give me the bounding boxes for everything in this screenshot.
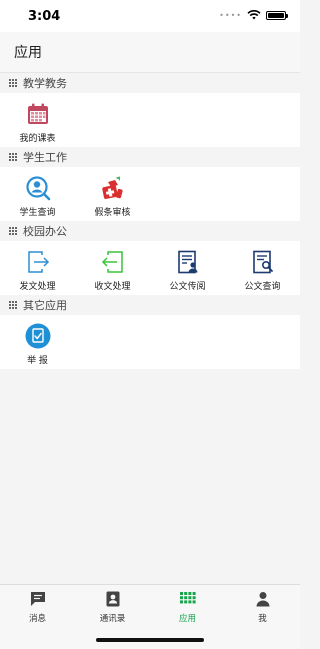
status-indicators: •••• — [219, 10, 288, 20]
app-label: 收文处理 — [94, 282, 131, 292]
person-icon — [256, 592, 269, 607]
send-document-icon — [27, 251, 49, 273]
app-report[interactable]: 举 报 — [0, 315, 75, 369]
medical-leave-icon — [101, 176, 123, 199]
contacts-icon — [106, 591, 119, 607]
app-label: 公文查询 — [244, 282, 281, 292]
app-label: 发文处理 — [19, 282, 56, 292]
section-title: 学生工作 — [23, 151, 67, 164]
tab-me[interactable]: 我 — [225, 585, 300, 649]
app-label: 学生查询 — [19, 208, 56, 218]
document-circulate-icon — [177, 250, 197, 274]
grid-icon — [9, 226, 18, 236]
calendar-icon — [27, 103, 48, 124]
app-label: 公文传阅 — [169, 282, 206, 292]
section-body-office: 发文处理 收文处理 公文传阅 公文查询 — [0, 241, 300, 295]
section-header-teaching: 教学教务 — [0, 73, 300, 93]
receive-document-icon — [101, 251, 123, 273]
section-title: 其它应用 — [23, 299, 67, 312]
section-title: 教学教务 — [23, 77, 67, 90]
section-body-other: 举 报 — [0, 315, 300, 369]
nav-bar: 应用 — [0, 32, 300, 73]
app-my-schedule[interactable]: 我的课表 — [0, 93, 75, 147]
report-icon — [25, 323, 50, 349]
section-body-teaching: 我的课表 — [0, 93, 300, 147]
section-title: 校园办公 — [23, 225, 67, 238]
tab-label: 通讯录 — [99, 614, 126, 624]
document-search-icon — [252, 250, 273, 274]
grid-icon — [9, 152, 18, 162]
app-label: 我的课表 — [19, 134, 56, 144]
app-document-query[interactable]: 公文查询 — [225, 241, 300, 295]
app-student-query[interactable]: 学生查询 — [0, 167, 75, 221]
tab-label: 应用 — [178, 614, 196, 624]
home-indicator[interactable] — [96, 638, 204, 642]
section-header-office: 校园办公 — [0, 221, 300, 241]
battery-icon — [266, 10, 288, 20]
tab-label: 我 — [258, 614, 267, 624]
section-header-student: 学生工作 — [0, 147, 300, 167]
tab-bar: 消息 通讯录 应用 我 — [0, 584, 300, 649]
grid-icon — [9, 300, 18, 310]
app-receive-document[interactable]: 收文处理 — [75, 241, 150, 295]
app-label: 举 报 — [27, 356, 48, 366]
app-send-document[interactable]: 发文处理 — [0, 241, 75, 295]
tab-label: 消息 — [28, 614, 46, 624]
app-leave-review[interactable]: 假条审核 — [75, 167, 150, 221]
grid-icon — [9, 78, 18, 88]
signal-icon: •••• — [219, 10, 242, 20]
section-header-other: 其它应用 — [0, 295, 300, 315]
message-icon — [30, 592, 45, 606]
person-search-icon — [25, 176, 50, 201]
status-time: 3:04 — [28, 9, 61, 24]
page-title: 应用 — [14, 45, 42, 61]
apps-grid-icon — [179, 592, 196, 604]
tab-messages[interactable]: 消息 — [0, 585, 75, 649]
section-body-student: 学生查询 假条审核 — [0, 167, 300, 221]
app-label: 假条审核 — [94, 208, 131, 218]
app-document-circulate[interactable]: 公文传阅 — [150, 241, 225, 295]
wifi-icon — [247, 10, 261, 20]
status-bar: 3:04 •••• — [0, 0, 300, 32]
